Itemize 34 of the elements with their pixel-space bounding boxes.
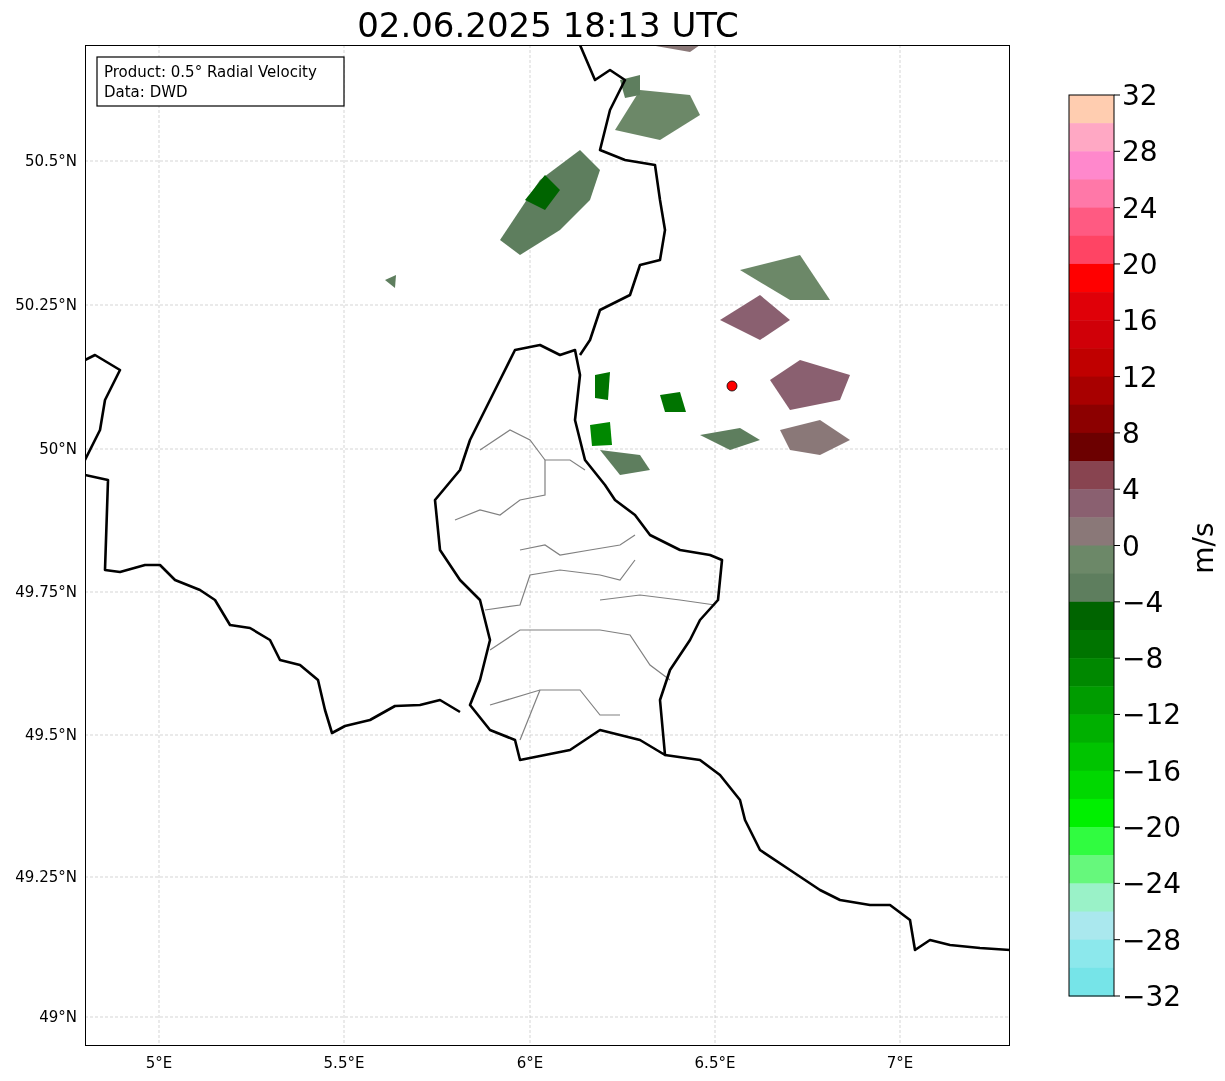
- colorbar-tick-label: −32: [1122, 980, 1182, 1013]
- colorbar-tick-label: −20: [1122, 811, 1182, 845]
- colorbar-tick-label: −16: [1122, 754, 1182, 788]
- colorbar-tick-label: 0: [1122, 529, 1140, 563]
- info-text: Product: 0.5° Radial Velocity: [104, 63, 317, 81]
- colorbar-tick-label: −28: [1122, 923, 1182, 957]
- colorbar-tick-label: 24: [1122, 191, 1158, 225]
- longitude-label: 5°E: [145, 1054, 173, 1072]
- colorbar-tick-label: −24: [1122, 867, 1182, 901]
- latitude-label: 49.5°N: [24, 726, 77, 744]
- latitude-label: 50.25°N: [15, 296, 77, 314]
- longitude-label: 7°E: [886, 1054, 914, 1072]
- colorbar-tick-label: 8: [1122, 416, 1140, 450]
- radar-site-marker: [726, 380, 738, 392]
- longitude-label: 5.5°E: [323, 1054, 365, 1072]
- colorbar-tick-label: −4: [1122, 585, 1164, 619]
- colorbar-tick-label: 12: [1122, 360, 1158, 394]
- colorbar-tick-label: −8: [1122, 642, 1164, 676]
- colorbar-tick-label: 28: [1122, 135, 1158, 169]
- colorbar-tick-label: 16: [1122, 304, 1158, 338]
- colorbar-tick-label: 32: [1122, 79, 1158, 112]
- colorbar-label: m/s: [1187, 522, 1220, 574]
- info-text: Data: DWD: [104, 83, 188, 101]
- latitude-label: 49°N: [39, 1008, 77, 1026]
- colorbar-tick-label: −12: [1122, 698, 1182, 732]
- latitude-label: 50°N: [39, 440, 77, 458]
- colorbar-tick-label: 4: [1122, 473, 1140, 507]
- longitude-label: 6.5°E: [694, 1054, 736, 1072]
- latitude-label: 49.75°N: [15, 583, 77, 601]
- longitude-label: 6°E: [516, 1054, 544, 1072]
- chart-title: 02.06.2025 18:13 UTC: [357, 5, 739, 45]
- latitude-label: 50.5°N: [24, 152, 77, 170]
- latitude-label: 49.25°N: [15, 868, 77, 886]
- colorbar-tick-label: 20: [1122, 247, 1158, 281]
